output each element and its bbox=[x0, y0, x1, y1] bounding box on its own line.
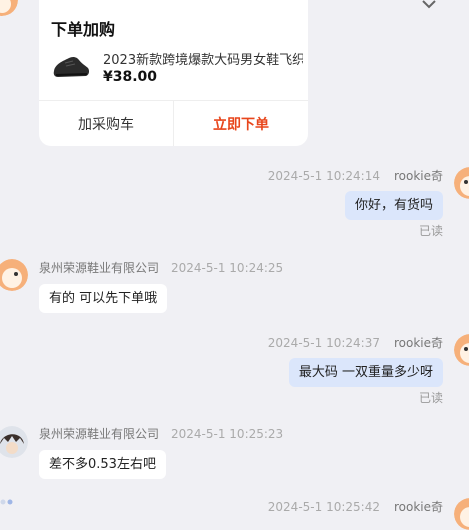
message-time: 2024-5-1 10:24:37 bbox=[267, 336, 380, 350]
order-now-button[interactable]: 立即下单 bbox=[174, 101, 308, 146]
seller-avatar[interactable] bbox=[0, 426, 28, 458]
message-time: 2024-5-1 10:24:14 bbox=[267, 169, 380, 183]
avatar bbox=[0, 0, 18, 16]
message-bubble[interactable]: 差不多0.53左右吧 bbox=[39, 450, 166, 479]
message-bubble[interactable]: 最大码 一双重量多少呀 bbox=[288, 358, 443, 387]
card-actions: 加采购车 立即下单 bbox=[39, 100, 308, 146]
add-to-cart-button[interactable]: 加采购车 bbox=[39, 101, 174, 146]
user-avatar[interactable] bbox=[454, 498, 469, 530]
more-icon[interactable] bbox=[421, 0, 437, 9]
order-card: 下单加购 2023新款跨境爆款大码男女鞋飞织 ¥38.00 加采购车 立即下单 bbox=[39, 0, 308, 146]
product-price: ¥38.00 bbox=[103, 69, 158, 85]
message-meta: 2024-5-1 10:25:42 rookie奇 bbox=[268, 498, 443, 515]
sender-name: rookie奇 bbox=[393, 336, 443, 350]
message-meta: 2024-5-1 10:24:37 rookie奇 bbox=[268, 334, 443, 351]
message-bubble[interactable]: 有的 可以先下单哦 bbox=[39, 284, 168, 313]
message-meta: 泉州荣源鞋业有限公司 2024-5-1 10:25:23 bbox=[39, 425, 283, 442]
message-meta: 2024-5-1 10:24:14 rookie奇 bbox=[268, 167, 443, 184]
message-bubble[interactable]: 你好，有货吗 bbox=[344, 191, 443, 220]
sender-name: 泉州荣源鞋业有限公司 bbox=[39, 261, 160, 275]
order-card-title: 下单加购 bbox=[51, 20, 116, 39]
user-avatar[interactable] bbox=[454, 167, 469, 199]
message-time: 2024-5-1 10:25:42 bbox=[267, 500, 380, 514]
read-status: 已读 bbox=[418, 224, 443, 238]
sender-name: rookie奇 bbox=[393, 500, 443, 514]
seller-avatar[interactable] bbox=[0, 259, 28, 291]
typing-indicator-icon bbox=[0, 491, 14, 505]
message-time: 2024-5-1 10:24:25 bbox=[171, 261, 284, 275]
sender-name: rookie奇 bbox=[393, 169, 443, 183]
product-thumbnail[interactable] bbox=[51, 49, 91, 83]
sender-name: 泉州荣源鞋业有限公司 bbox=[39, 427, 160, 441]
read-status: 已读 bbox=[418, 391, 443, 405]
product-name[interactable]: 2023新款跨境爆款大码男女鞋飞织 bbox=[103, 49, 303, 68]
message-time: 2024-5-1 10:25:23 bbox=[171, 427, 284, 441]
message-meta: 泉州荣源鞋业有限公司 2024-5-1 10:24:25 bbox=[39, 259, 283, 276]
user-avatar[interactable] bbox=[454, 334, 469, 366]
